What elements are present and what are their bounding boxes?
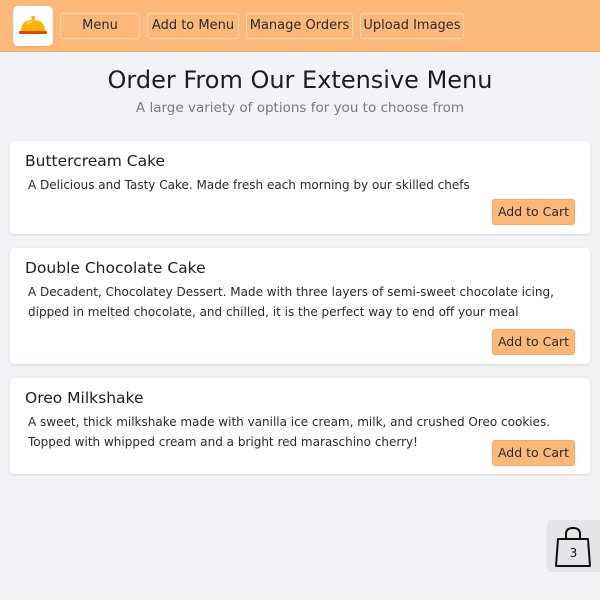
menu-item-card: Oreo Milkshake A sweet, thick milkshake … <box>10 378 590 474</box>
menu-item-card: Buttercream Cake A Delicious and Tasty C… <box>10 141 590 234</box>
menu-item-name: Double Chocolate Cake <box>25 259 206 277</box>
cart-button[interactable]: 3 <box>547 520 600 572</box>
add-to-cart-button[interactable]: Add to Cart <box>492 440 575 466</box>
nav-manage-orders-button[interactable]: Manage Orders <box>246 13 353 39</box>
page-title: Order From Our Extensive Menu <box>107 66 493 94</box>
serving-cloche-icon <box>19 16 47 34</box>
nav-add-to-menu-button[interactable]: Add to Menu <box>147 13 239 39</box>
menu-item-card: Double Chocolate Cake A Decadent, Chocol… <box>10 248 590 364</box>
page-subtitle: A large variety of options for you to ch… <box>135 100 465 116</box>
nav-upload-images-button[interactable]: Upload Images <box>360 13 464 39</box>
menu-item-description: A Delicious and Tasty Cake. Made fresh e… <box>28 178 470 192</box>
add-to-cart-button[interactable]: Add to Cart <box>492 329 575 355</box>
menu-item-name: Oreo Milkshake <box>25 389 144 407</box>
logo[interactable] <box>13 6 53 46</box>
top-navbar: Menu Add to Menu Manage Orders Upload Im… <box>0 0 600 52</box>
menu-item-description: A Decadent, Chocolatey Dessert. Made wit… <box>28 285 554 319</box>
add-to-cart-button[interactable]: Add to Cart <box>492 199 575 225</box>
cart-count-badge: 3 <box>569 546 578 560</box>
menu-item-name: Buttercream Cake <box>25 152 166 170</box>
nav-menu-button[interactable]: Menu <box>60 13 140 39</box>
